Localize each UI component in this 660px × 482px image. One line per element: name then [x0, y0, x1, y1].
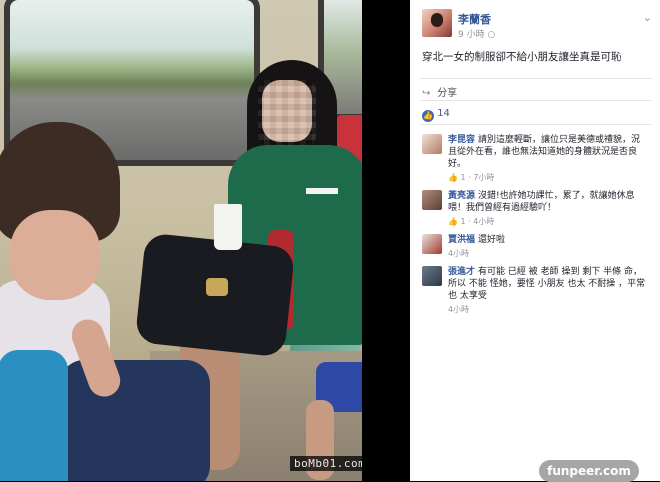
comment-time[interactable]: 4小時 [448, 305, 469, 314]
navy-bag [60, 360, 210, 481]
post-time[interactable]: 9 小時 [458, 30, 485, 40]
share-button[interactable]: ↪ 分享 [422, 84, 457, 99]
comment-meta: 👍 1 · 7小時 [448, 173, 495, 182]
commenter-avatar[interactable] [422, 190, 442, 210]
photo-watermark: boMb01.com [290, 456, 362, 471]
comment-body: 黃亮源 沒錯!也許她功課忙，累了，就讓她休息喂！我們曾經有過經驗吖！ 👍 1 · … [448, 190, 648, 228]
divider [420, 100, 652, 101]
commenter-avatar[interactable] [422, 266, 442, 286]
thumbs-up-icon: 👍 [422, 110, 434, 122]
comment-text: 還好啦 [478, 235, 506, 245]
comment-time[interactable]: 7小時 [473, 173, 494, 182]
name-badge [306, 188, 338, 194]
divider [420, 78, 652, 79]
commenter-avatar[interactable] [422, 234, 442, 254]
comment-text: 沒錯!也許她功課忙，累了，就讓她休息喂！我們曾經有過經驗吖！ [448, 191, 635, 213]
post-meta: 9 小時 ○ [458, 27, 495, 40]
share-label: 分享 [437, 88, 458, 99]
foreground-woman-face [10, 210, 100, 300]
comment-time[interactable]: 4小時 [448, 249, 469, 258]
globe-icon: ○ [487, 30, 496, 40]
comment-body: 張進才 有可能 已經 被 老師 操到 剩下 半條 命，所以 不能 怪她，要怪 小朋… [448, 266, 648, 316]
post-text: 穿北一女的制服卻不給小朋友讓坐真是可恥 [422, 51, 622, 63]
comment-text: 有可能 已經 被 老師 操到 剩下 半條 命，所以 不能 怪她，要怪 小朋友 也… [448, 267, 646, 301]
train-photo: boMb01.com [0, 0, 362, 481]
like-count: 14 [437, 108, 450, 119]
post-header: 李蘭香 9 小時 ○ ⌄ [422, 9, 652, 40]
commenter-name[interactable]: 賈洪福 [448, 235, 475, 245]
comment-body: 賈洪福 還好啦 4小時 [448, 234, 648, 260]
share-icon: ↪ [422, 88, 431, 99]
reaction-count[interactable]: 👍 14 [422, 108, 450, 122]
face-blur [258, 80, 316, 146]
comment-body: 李昆容 請別這麼輕斷，讓位只是美德或禮貌，況且從外在看，誰也無法知道她的身體狀況是… [448, 134, 648, 184]
child-blue-shirt [0, 350, 68, 481]
commenter-name[interactable]: 李昆容 [448, 135, 475, 145]
site-watermark: funpeer.com [539, 460, 639, 482]
commenter-avatar[interactable] [422, 134, 442, 154]
comment-meta: 👍 1 · 4小時 [448, 217, 495, 226]
thumbs-up-icon[interactable]: 👍 [448, 217, 458, 226]
chevron-down-icon[interactable]: ⌄ [643, 11, 652, 24]
commenter-name[interactable]: 黃亮源 [448, 191, 475, 201]
comment-time[interactable]: 4小時 [473, 217, 494, 226]
author-avatar[interactable] [422, 9, 452, 37]
comment-meta: 4小時 [448, 248, 648, 260]
comment-like-count: 1 [460, 173, 466, 182]
thumbs-up-icon[interactable]: 👍 [448, 173, 458, 182]
author-name[interactable]: 李蘭香 [458, 11, 491, 27]
divider [420, 124, 652, 125]
comment-like-count: 1 [460, 217, 466, 226]
comment-meta: 4小時 [448, 304, 648, 316]
commenter-name[interactable]: 張進才 [448, 267, 475, 277]
comment-text: 請別這麼輕斷，讓位只是美德或禮貌，況且從外在看，誰也無法知道她的身體狀況是否良好… [448, 135, 641, 169]
bag-logo [206, 278, 228, 296]
facebook-post: 李蘭香 9 小時 ○ ⌄ 穿北一女的制服卻不給小朋友讓坐真是可恥 ↪ 分享 👍 … [410, 0, 660, 481]
drink-cup [214, 204, 242, 250]
